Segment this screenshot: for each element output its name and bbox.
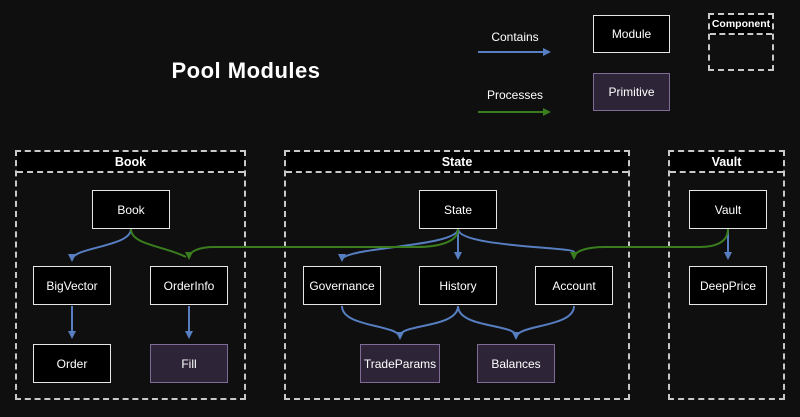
node-tradeparams: TradeParams bbox=[360, 344, 440, 383]
legend-primitive-node: Primitive bbox=[593, 73, 670, 111]
node-account-label: Account bbox=[552, 279, 595, 293]
node-fill-label: Fill bbox=[181, 357, 196, 371]
node-bigvector: BigVector bbox=[33, 266, 111, 305]
node-account: Account bbox=[535, 266, 613, 305]
node-tradeparams-label: TradeParams bbox=[364, 357, 436, 371]
node-orderinfo-label: OrderInfo bbox=[164, 279, 215, 293]
node-balances: Balances bbox=[477, 344, 555, 383]
legend-primitive-label: Primitive bbox=[608, 85, 654, 99]
legend-component-box: Component bbox=[708, 13, 774, 71]
container-vault-title: Vault bbox=[670, 152, 783, 173]
legend-processes-label: Processes bbox=[477, 88, 553, 102]
legend-module-label: Module bbox=[612, 27, 651, 41]
diagram-title: Pool Modules bbox=[146, 58, 346, 84]
node-governance: Governance bbox=[303, 266, 381, 305]
legend-component-label: Component bbox=[710, 15, 772, 35]
legend-module-node: Module bbox=[593, 15, 670, 53]
node-history: History bbox=[419, 266, 497, 305]
node-state-label: State bbox=[444, 203, 472, 217]
container-book-title: Book bbox=[17, 152, 244, 173]
node-book-label: Book bbox=[117, 203, 144, 217]
node-deepprice-label: DeepPrice bbox=[700, 279, 756, 293]
node-bigvector-label: BigVector bbox=[46, 279, 97, 293]
node-deepprice: DeepPrice bbox=[689, 266, 767, 305]
container-state-title: State bbox=[286, 152, 628, 173]
node-governance-label: Governance bbox=[309, 279, 374, 293]
diagram-canvas: Pool Modules Contains Processes Module P… bbox=[0, 0, 800, 417]
node-orderinfo: OrderInfo bbox=[150, 266, 228, 305]
node-order-label: Order bbox=[57, 357, 88, 371]
node-book: Book bbox=[92, 190, 170, 229]
node-fill: Fill bbox=[150, 344, 228, 383]
node-state: State bbox=[419, 190, 497, 229]
legend-contains-label: Contains bbox=[477, 30, 553, 44]
node-balances-label: Balances bbox=[491, 357, 540, 371]
node-order: Order bbox=[33, 344, 111, 383]
node-vault: Vault bbox=[689, 190, 767, 229]
node-vault-label: Vault bbox=[715, 203, 741, 217]
node-history-label: History bbox=[439, 279, 476, 293]
